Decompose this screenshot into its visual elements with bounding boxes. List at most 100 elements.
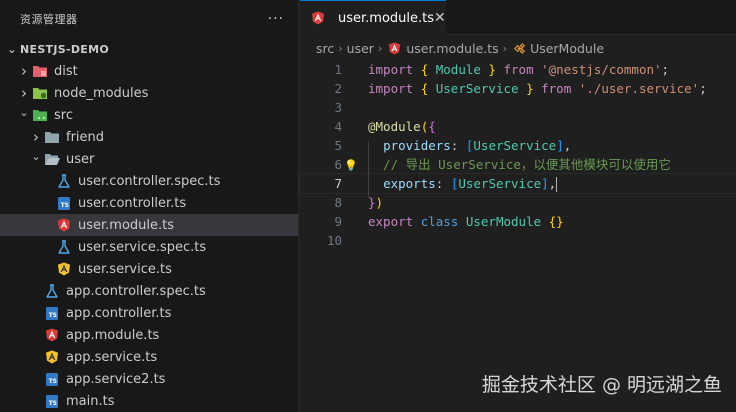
sidebar-header: 资源管理器 ··· [0,0,298,38]
tree-item[interactable]: user.controller.spec.ts [0,170,298,192]
project-name: NESTJS-DEMO [20,42,109,56]
chevron-down-icon: ⌄ [7,42,17,56]
tree-item-label: app.module.ts [66,327,160,343]
line-text [342,231,368,250]
code-token: {} [548,214,564,229]
line-text [342,98,368,117]
tab-bar: user.module.ts ✕ [300,0,736,35]
dist-folder-icon [32,63,48,79]
tree-item-label: dist [54,63,78,79]
tree-item[interactable]: › node_modules [0,82,298,104]
test-flask-icon [56,173,72,189]
code-line[interactable]: 10 [300,231,736,250]
tree-item[interactable]: TS app.controller.ts [0,302,298,324]
tree-item[interactable]: app.module.ts [0,324,298,346]
code-line[interactable]: 7 exports: [UserService], [299,173,736,194]
breadcrumb-src[interactable]: src [316,41,334,56]
typescript-icon: TS [44,305,60,321]
folder-open-icon [44,151,60,167]
tab-user-module[interactable]: user.module.ts ✕ [300,0,446,35]
code-token: { [420,62,436,77]
breadcrumb-symbol[interactable]: UserModule [530,41,604,56]
typescript-icon: TS [44,371,60,387]
code-line[interactable]: 1 import { Module } from '@nestjs/common'… [300,60,736,79]
line-number: 7 [334,176,342,191]
watermark: 掘金技术社区 @ 明远湖之鱼 [481,374,722,396]
code-editor[interactable]: 1 import { Module } from '@nestjs/common'… [299,60,736,250]
code-token: UserService [435,81,519,96]
tree-item[interactable]: TS user.controller.ts [0,192,298,214]
chevron-right-icon: › [377,41,383,55]
tree-item-label: friend [66,129,105,145]
line-text: providers: [UserService], [342,136,571,155]
line-number: 10 [326,233,342,248]
chevron-down-icon: ⌄ [31,149,41,163]
tree-item-label: app.controller.spec.ts [66,283,206,299]
tree-item[interactable]: TS main.ts [0,390,298,412]
code-token: UserService [458,176,542,191]
code-token: ; [661,62,670,77]
more-actions-icon[interactable]: ··· [268,11,284,27]
code-line[interactable]: 8}) [300,193,736,212]
code-token: providers [383,138,451,153]
code-token: class [420,214,466,229]
line-number: 2 [334,81,342,96]
code-token: UserModule [465,214,549,229]
code-token: : [435,176,451,191]
angular-yellow-icon [56,261,72,277]
test-flask-icon [56,239,72,255]
tree-item[interactable]: TS app.service2.ts [0,368,298,390]
close-icon[interactable]: ✕ [434,10,446,26]
tree-item[interactable]: ⌄ src [0,104,298,126]
project-root[interactable]: ⌄ NESTJS-DEMO [0,38,298,60]
line-number: 9 [334,214,342,229]
typescript-icon: TS [56,195,72,211]
line-text: }) [342,193,383,212]
code-line[interactable]: 3 [300,98,736,117]
line-number: 1 [334,62,342,77]
tree-item[interactable]: ⌄ user [0,148,298,170]
folder-icon [44,129,60,145]
code-line[interactable]: 5 providers: [UserService], [300,136,736,155]
code-token: from [495,62,542,77]
indent-guide [368,141,369,198]
symbol-class-icon [511,40,527,56]
code-line[interactable]: 4 @Module({ [300,117,736,136]
src-folder-icon [32,107,48,123]
breadcrumb-user[interactable]: user [347,41,374,56]
tree-item[interactable]: app.controller.spec.ts [0,280,298,302]
line-text: import { UserService } from './user.serv… [342,79,707,98]
tree-item[interactable]: › friend [0,126,298,148]
line-text: exports: [UserService], [342,174,558,193]
explorer-title: 资源管理器 [20,13,78,26]
code-line[interactable]: 2 import { UserService } from './user.ser… [300,79,736,98]
tree-item-label: app.controller.ts [66,305,172,321]
tree-item[interactable]: user.service.spec.ts [0,236,298,258]
angular-yellow-icon [44,349,60,365]
tree-item[interactable]: user.service.ts [0,258,298,280]
chevron-right-icon: › [21,84,27,102]
code-line[interactable]: 6 // 导出 UserService，以便其他模块可以使用它 💡 [300,155,736,174]
breadcrumb-file[interactable]: user.module.ts [406,41,498,56]
tree-item[interactable]: user.module.ts [0,214,298,236]
line-number: 8 [334,195,342,210]
line-text: @Module({ [342,117,436,136]
angular-icon [56,217,72,233]
code-token: @Module [368,119,421,134]
code-token: UserService [473,138,557,153]
tree-item-label: app.service.ts [66,349,158,365]
chevron-right-icon: › [33,128,39,146]
line-text: export class UserModule {} [342,212,564,231]
code-token: ; [699,81,707,96]
code-token: exports [383,176,436,191]
tree-item[interactable]: app.service.ts [0,346,298,368]
code-line[interactable]: 9 export class UserModule {} [300,212,736,231]
explorer-sidebar: 资源管理器 ··· ⌄ NESTJS-DEMO › dist › node_modul… [0,0,299,412]
tree-item[interactable]: › dist [0,60,298,82]
lightbulb-icon[interactable]: 💡 [344,156,358,175]
code-token: // 导出 UserService，以便其他模块可以使用它 [368,157,671,172]
code-token: './user.service' [578,81,700,96]
tree-item-label: user.controller.ts [78,195,187,211]
file-tree: › dist › node_modules ⌄ src › friend ⌄ user user.c… [0,60,298,412]
